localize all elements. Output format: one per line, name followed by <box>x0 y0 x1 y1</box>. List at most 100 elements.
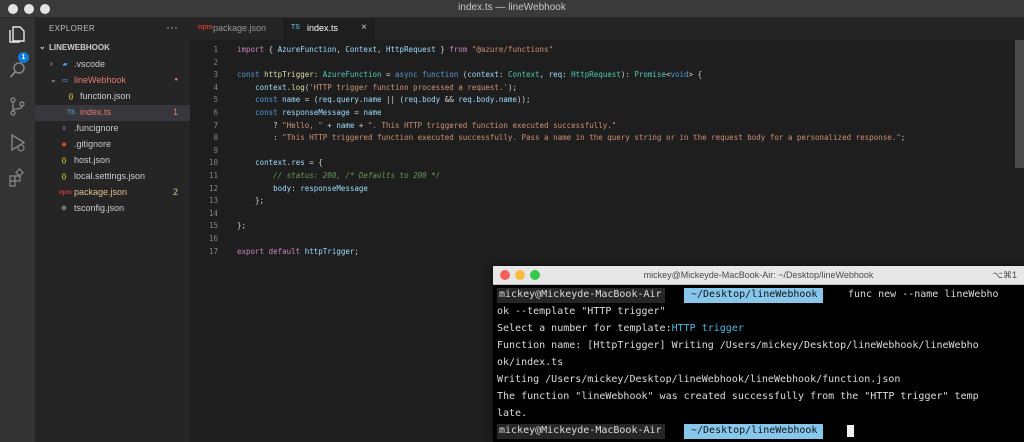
code-token: context <box>255 82 287 92</box>
prompt-user: mickey@Mickeyde-MacBook-Air <box>497 424 665 439</box>
window-title-bar: index.ts — lineWebhook <box>0 0 1024 18</box>
tab-package-json[interactable]: npm package.json <box>190 18 282 40</box>
scrollbar-thumb[interactable] <box>1015 40 1024 168</box>
extensions-icon[interactable] <box>7 168 28 189</box>
json-icon: {} <box>61 158 67 164</box>
ts-icon: TS <box>67 110 75 116</box>
terminal-command: func new --name lineWebho <box>848 289 999 300</box>
terminal-select-line: Select a number for template:HTTP trigge… <box>497 323 744 334</box>
file-tree-item[interactable]: npm package.json 2 <box>35 185 190 201</box>
code-token: + <box>354 120 368 130</box>
code-token: res <box>291 158 305 168</box>
editor-tab-bar: npm package.json TS index.ts × <box>190 18 1024 40</box>
code-token: = { <box>304 158 323 168</box>
file-tree-item[interactable]: {} local.settings.json <box>35 169 190 185</box>
code-token: const <box>255 108 278 117</box>
code-text: ? "Hello, " + name + ". This HTTP trigge… <box>237 121 616 130</box>
code-token: httpTrigger <box>264 70 314 80</box>
code-token: ( <box>458 70 468 80</box>
git-icon: ◆ <box>61 142 67 148</box>
line-number: 5 <box>213 95 218 105</box>
line-number: 9 <box>213 145 218 155</box>
file-tree-item[interactable]: {} function.json <box>35 89 190 105</box>
terminal-output-line: Function name: [HttpTrigger] Writing /Us… <box>497 340 979 351</box>
project-root-folder[interactable]: ⌄ LINEWEBHOOK <box>35 41 190 55</box>
folder-vscode-icon: ▰ <box>62 62 68 68</box>
terminal-output-line: The function "lineWebhook" was created s… <box>497 391 979 402</box>
code-token: , <box>376 45 387 54</box>
terminal-window[interactable]: mickey@Mickeyde-MacBook-Air: ~/Desktop/l… <box>493 266 1024 442</box>
code-text: const httpTrigger: AzureFunction = async… <box>237 70 702 79</box>
terminal-shortcut: ⌥⌘1 <box>992 270 1017 280</box>
code-text: }; <box>237 221 246 230</box>
code-token: ? <box>237 120 283 130</box>
code-token: body <box>273 183 292 193</box>
code-token: const <box>255 95 278 105</box>
file-tree-label: .gitignore <box>74 139 112 149</box>
code-token: // status: 200, /* Defaults to 200 */ <box>273 171 441 180</box>
code-token: body <box>422 95 441 105</box>
code-token: from <box>449 45 468 54</box>
file-tree-label: tsconfig.json <box>74 203 125 213</box>
terminal-cursor <box>847 425 854 437</box>
file-tree-item[interactable]: ◆ .gitignore <box>35 137 190 153</box>
code-token: responseMessage <box>282 108 350 117</box>
code-token: context <box>255 158 287 168</box>
code-token: default <box>268 246 301 256</box>
line-number: 1 <box>213 45 218 54</box>
code-token: name <box>363 108 382 117</box>
file-tree-item[interactable]: {} host.json <box>35 153 190 169</box>
source-control-icon[interactable] <box>7 96 28 117</box>
code-token: void <box>670 70 689 80</box>
tab-index-ts[interactable]: TS index.ts × <box>283 18 375 40</box>
code-token: req <box>318 95 332 105</box>
code-token: { <box>264 45 278 54</box>
chevron-down-icon: ⌄ <box>39 42 46 51</box>
prompt-path: ~/Desktop/lineWebhook <box>684 424 824 439</box>
window-title: index.ts — lineWebhook <box>458 2 566 13</box>
line-number: 16 <box>208 234 218 243</box>
file-tree-item[interactable]: ≡ .funcignore <box>35 121 190 137</box>
code-text: : "This HTTP triggered function executed… <box>237 133 905 142</box>
terminal-title-bar: mickey@Mickeyde-MacBook-Air: ~/Desktop/l… <box>493 266 1024 285</box>
file-tree-item[interactable]: TS index.ts 1 <box>35 105 190 121</box>
code-token: HttpRequest <box>571 70 621 80</box>
file-tree-label: .funcignore <box>74 123 119 133</box>
tab-label: index.ts <box>307 23 339 33</box>
run-debug-icon[interactable] <box>7 132 28 153</box>
code-text: context.res = { <box>237 158 323 167</box>
file-tree-item[interactable]: ⌄ ▭ lineWebhook ● <box>35 73 190 89</box>
code-text: }; <box>237 196 264 205</box>
code-token: > { <box>688 70 703 80</box>
chevron-right-icon: › <box>50 59 53 68</box>
code-token: Context <box>507 70 540 80</box>
code-token: ; <box>900 133 906 143</box>
more-actions-icon[interactable]: ··· <box>166 20 178 34</box>
file-tree-label: function.json <box>80 91 131 101</box>
code-token: : <box>313 70 323 80</box>
code-token: log <box>291 82 305 92</box>
file-status-badge: 1 <box>172 107 178 117</box>
file-tree-item[interactable]: › ▰ .vscode <box>35 57 190 73</box>
code-token: ): <box>620 70 635 80</box>
terminal-output-line: late. <box>497 408 528 419</box>
prompt-user: mickey@Mickeyde-MacBook-Air <box>497 288 665 303</box>
code-token: query <box>336 95 359 105</box>
code-token: export <box>237 246 265 256</box>
code-token: }; <box>237 196 265 206</box>
line-number: 12 <box>208 183 218 193</box>
file-tree-label: package.json <box>74 187 128 197</box>
code-token: import <box>237 45 265 54</box>
explorer-icon[interactable] <box>7 24 28 45</box>
code-token: function <box>422 70 459 80</box>
close-tab-icon[interactable]: × <box>361 22 367 33</box>
code-text: const responseMessage = name <box>237 108 382 117</box>
prompt-path: ~/Desktop/lineWebhook <box>684 288 824 303</box>
search-icon[interactable] <box>7 60 28 81</box>
line-number: 7 <box>213 120 218 130</box>
code-token: httpTrigger <box>304 246 355 256</box>
code-text: const name = (req.query.name || (req.bod… <box>237 95 530 105</box>
file-tree-label: .vscode <box>74 59 106 69</box>
file-tree-item[interactable]: ⚙ tsconfig.json <box>35 201 190 217</box>
